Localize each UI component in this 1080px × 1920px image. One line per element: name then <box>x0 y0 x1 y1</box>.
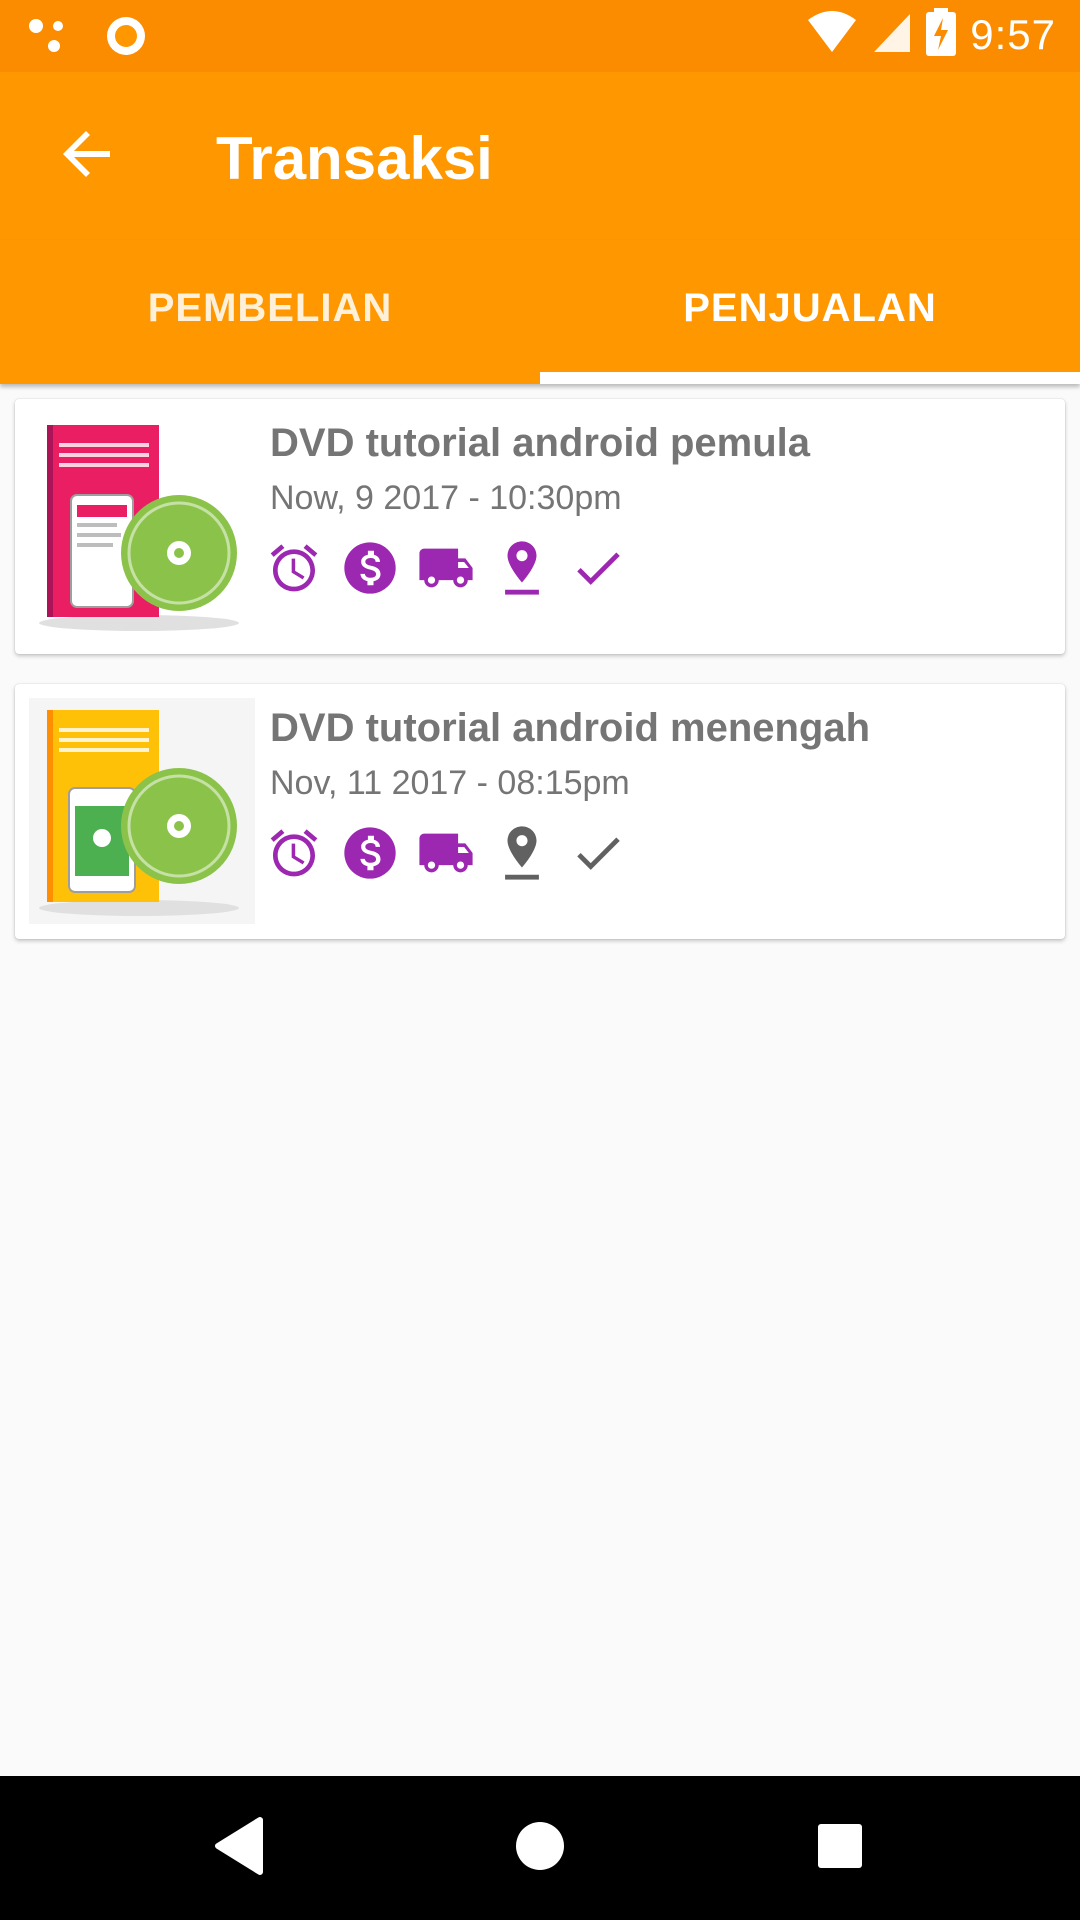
check-icon <box>569 824 627 882</box>
product-title: DVD tutorial android pemula <box>270 421 811 465</box>
wifi-icon <box>806 10 858 59</box>
page-title: Transaksi <box>216 125 493 192</box>
nav-recents-button[interactable] <box>804 1812 876 1884</box>
notification-circle-icon <box>104 14 148 63</box>
tab-indicator <box>540 372 1080 384</box>
status-steps <box>265 539 627 597</box>
alarm-icon <box>265 539 323 597</box>
assistant-dots-icon <box>28 16 68 61</box>
tab-label: PEMBELIAN <box>147 285 393 330</box>
dollar-icon <box>341 824 399 882</box>
battery-charging-icon <box>926 8 957 61</box>
navigation-bar <box>0 1776 1080 1920</box>
tab-bar: PEMBELIAN PENJUALAN <box>0 240 1080 384</box>
truck-icon <box>417 824 475 882</box>
cellular-signal-icon <box>872 10 912 59</box>
clock: 9:57 <box>970 10 1056 58</box>
location-icon <box>493 824 551 882</box>
transaction-card[interactable]: DVD tutorial android menengah Nov, 11 20… <box>15 684 1065 939</box>
product-thumbnail <box>29 698 255 924</box>
transaction-date: Nov, 11 2017 - 08:15pm <box>270 764 630 802</box>
transaction-card[interactable]: DVD tutorial android pemula Now, 9 2017 … <box>15 399 1065 654</box>
status-steps <box>265 824 627 882</box>
tab-pembelian[interactable]: PEMBELIAN <box>0 240 540 384</box>
product-thumbnail <box>29 413 255 639</box>
alarm-icon <box>265 824 323 882</box>
circle-home-icon <box>514 1820 566 1877</box>
screen: 9:57 Transaksi PEMBELIAN PENJUALAN DVD t… <box>0 0 1080 1920</box>
arrow-back-icon <box>62 128 114 185</box>
app-bar: Transaksi <box>0 72 1080 240</box>
square-recents-icon <box>816 1822 864 1875</box>
status-bar: 9:57 <box>0 0 1080 72</box>
tab-penjualan[interactable]: PENJUALAN <box>540 240 1080 384</box>
tab-label: PENJUALAN <box>683 285 937 330</box>
product-title: DVD tutorial android menengah <box>270 706 871 750</box>
nav-home-button[interactable] <box>504 1812 576 1884</box>
triangle-back-icon <box>212 1816 268 1881</box>
truck-icon <box>417 539 475 597</box>
dollar-icon <box>341 539 399 597</box>
transaction-date: Now, 9 2017 - 10:30pm <box>270 479 622 517</box>
check-icon <box>569 539 627 597</box>
nav-back-button[interactable] <box>204 1812 276 1884</box>
location-icon <box>493 539 551 597</box>
back-button[interactable] <box>48 116 128 196</box>
